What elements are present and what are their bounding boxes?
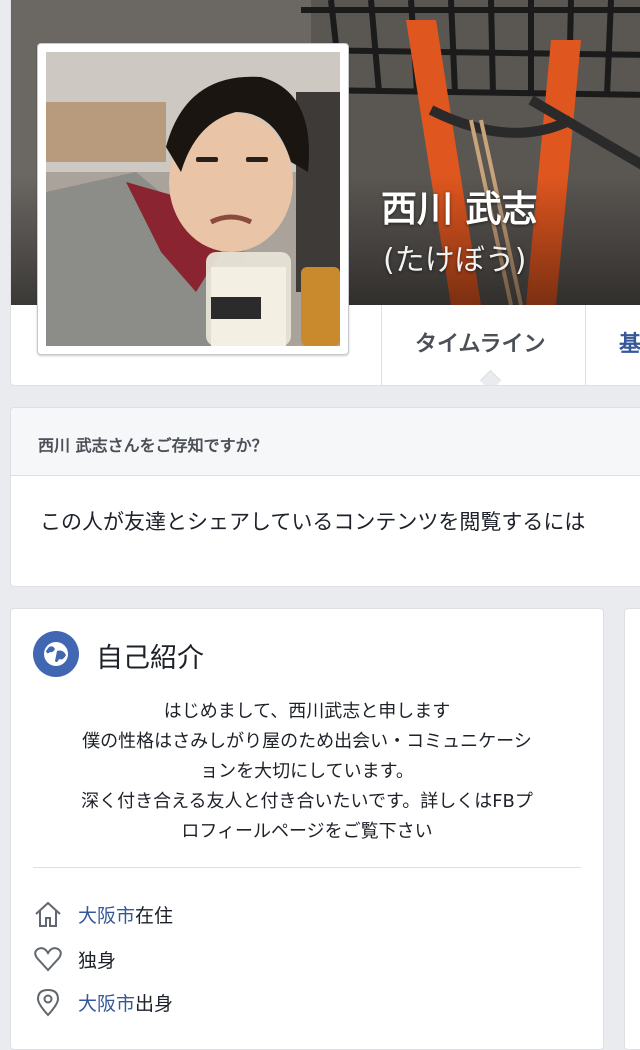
side-card xyxy=(624,608,640,1050)
do-you-know-message: この人が友達とシェアしているコンテンツを閲覧するには xyxy=(40,510,586,534)
profile-picture-frame[interactable] xyxy=(37,43,349,355)
current-city-suffix: 在住 xyxy=(135,905,174,927)
profile-alternate-name: (たけぼう) xyxy=(383,243,527,278)
tab-divider xyxy=(585,305,586,385)
hometown-suffix: 出身 xyxy=(135,993,174,1015)
relationship-status: 独身 xyxy=(78,950,117,972)
current-city-link[interactable]: 大阪市 xyxy=(78,905,135,927)
profile-name[interactable]: 西川 武志 xyxy=(381,180,538,232)
profile-picture[interactable] xyxy=(46,52,340,346)
location-pin-icon xyxy=(36,988,60,1017)
intro-bio: はじめまして、西川武志と申します 僕の性格はさみしがり屋のため出会い・コミュニケ… xyxy=(31,697,583,847)
do-you-know-header: 西川 武志さんをご存知ですか？ xyxy=(11,408,640,476)
profile-picture-art xyxy=(46,52,340,346)
intro-bio-line: ョンを大切にしています。 xyxy=(200,761,414,782)
tab-timeline[interactable]: タイムライン xyxy=(415,305,545,385)
globe-icon xyxy=(33,631,79,677)
intro-title: 自己紹介 xyxy=(96,643,204,674)
info-text: 大阪市在住 xyxy=(78,901,173,928)
intro-bio-line: はじめまして、西川武志と申します xyxy=(163,701,451,722)
intro-card: 自己紹介 はじめまして、西川武志と申します 僕の性格はさみしがり屋のため出会い・… xyxy=(10,608,604,1050)
info-text: 大阪市出身 xyxy=(78,989,173,1016)
intro-bio-line: ロフィールページをご覧下さい xyxy=(181,821,433,842)
tab-about[interactable]: 基 xyxy=(619,305,640,385)
intro-divider xyxy=(33,867,581,868)
profile-header-card: 西川 武志 (たけぼう) タイムライン 基 xyxy=(10,0,640,386)
hometown-link[interactable]: 大阪市 xyxy=(78,993,135,1015)
intro-bio-line: 深く付き合える友人と付き合いたいです。詳しくはFBプ xyxy=(81,791,533,812)
do-you-know-card: 西川 武志さんをご存知ですか？ この人が友達とシェアしているコンテンツを閲覧する… xyxy=(10,407,640,587)
heart-icon xyxy=(34,947,62,972)
do-you-know-title: 西川 武志さんをご存知ですか？ xyxy=(38,436,268,455)
intro-bio-line: 僕の性格はさみしがり屋のため出会い・コミュニケーシ xyxy=(82,731,532,752)
info-text: 独身 xyxy=(78,946,116,973)
home-icon xyxy=(35,901,61,927)
tab-divider xyxy=(381,305,382,385)
